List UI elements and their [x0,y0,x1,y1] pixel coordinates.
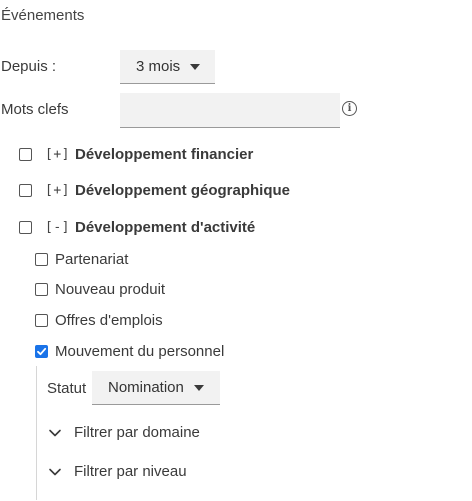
expander-geographic[interactable]: [+] [45,183,70,198]
category-activity[interactable]: [-] Développement d'activité [19,219,255,236]
category-label-activity: Développement d'activité [74,219,256,236]
checkbox-activity[interactable] [19,221,32,234]
nested-divider [36,366,37,500]
chevron-down-icon [49,468,61,475]
category-financial[interactable]: [+] Développement financier [19,146,253,163]
section-title: Événements [1,7,85,24]
since-dropdown[interactable]: 3 mois [120,50,215,84]
check-icon [37,347,47,356]
expander-financial[interactable]: [+] [45,147,70,162]
since-label: Depuis : [1,58,57,75]
since-value: 3 mois [136,58,181,75]
chevron-down-icon [49,429,61,436]
category-label-geographic: Développement géographique [74,182,291,199]
checkbox-financial[interactable] [19,148,32,161]
category-label-financial: Développement financier [74,146,254,163]
subcategory-staff-movement[interactable]: Mouvement du personnel [35,343,224,360]
subcategory-partnership[interactable]: Partenariat [35,251,128,268]
keywords-label: Mots clefs [1,101,69,118]
filter-level-label: Filtrer par niveau [74,463,187,480]
subcategory-job-offers[interactable]: Offres d'emplois [35,312,163,329]
status-label: Statut [47,380,87,397]
subcategory-label-partnership: Partenariat [55,251,129,268]
category-geographic[interactable]: [+] Développement géographique [19,182,290,199]
status-value: Nomination [108,379,184,396]
subcategory-label-job-offers: Offres d'emplois [55,312,163,329]
caret-down-icon [190,63,201,70]
subcategory-label-new-product: Nouveau produit [55,281,166,298]
status-dropdown[interactable]: Nomination [92,371,220,405]
checkbox-partnership[interactable] [35,253,48,266]
expander-activity[interactable]: [-] [45,220,70,235]
checkbox-geographic[interactable] [19,184,32,197]
checkbox-new-product[interactable] [35,283,48,296]
filter-level-toggle[interactable]: Filtrer par niveau [48,463,187,480]
info-icon[interactable]: i [342,101,357,116]
filter-domain-label: Filtrer par domaine [74,424,200,441]
filter-domain-toggle[interactable]: Filtrer par domaine [48,424,200,441]
checkbox-job-offers[interactable] [35,314,48,327]
caret-down-icon [193,384,204,391]
subcategory-new-product[interactable]: Nouveau produit [35,281,165,298]
subcategory-label-staff-movement: Mouvement du personnel [55,343,225,360]
checkbox-staff-movement[interactable] [35,345,48,358]
keywords-input[interactable] [120,93,340,128]
